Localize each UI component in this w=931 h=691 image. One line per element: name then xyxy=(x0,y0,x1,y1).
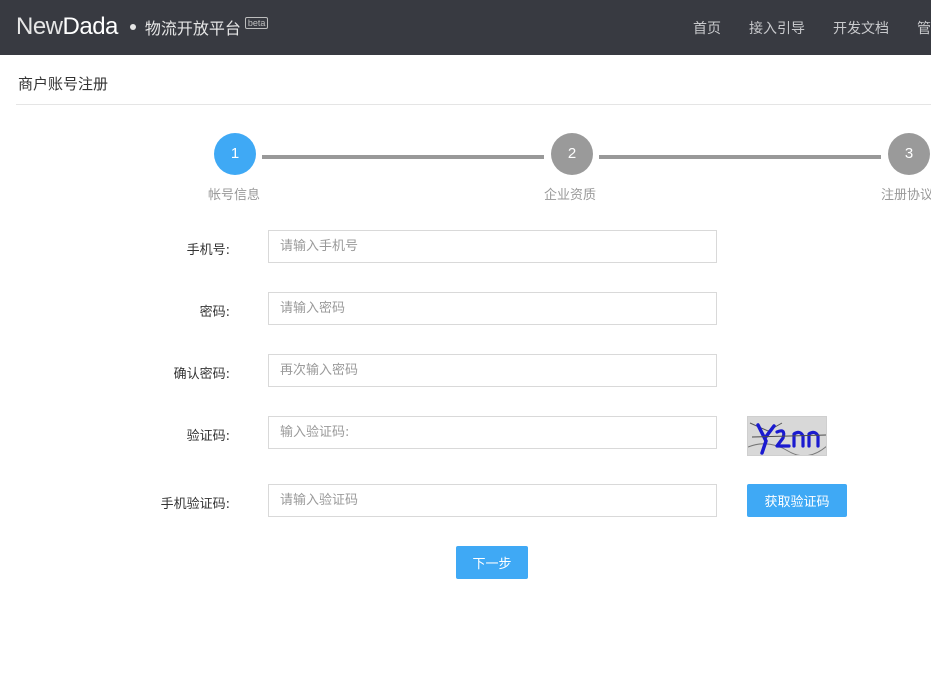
page-title: 商户账号注册 xyxy=(18,75,109,93)
main-nav: 首页 接入引导 开发文档 管理中心 xyxy=(693,0,931,55)
step-connector-2-3 xyxy=(599,155,881,159)
get-sms-code-button[interactable]: 获取验证码 xyxy=(747,484,847,517)
captcha-image[interactable] xyxy=(747,416,827,456)
brand-logo[interactable]: New Dada 物流开放平台 beta xyxy=(16,10,269,44)
phone-label: 手机号: xyxy=(186,243,230,258)
confirm-password-input[interactable] xyxy=(268,354,717,387)
nav-item-management[interactable]: 管理中心 xyxy=(917,18,931,38)
logo-text-new: New xyxy=(16,13,63,40)
step-3-label: 注册协议 xyxy=(881,188,931,203)
title-divider xyxy=(16,104,931,105)
confirm-password-label: 确认密码: xyxy=(173,367,230,382)
step-connector-1-2 xyxy=(262,155,544,159)
nav-item-dev-docs[interactable]: 开发文档 xyxy=(833,18,889,38)
sms-code-input[interactable] xyxy=(268,484,717,517)
logo-text-dada: Dada xyxy=(62,13,119,40)
captcha-label: 验证码: xyxy=(186,429,230,444)
beta-badge: beta xyxy=(244,17,269,29)
captcha-input[interactable] xyxy=(268,416,717,449)
step-1-label: 帐号信息 xyxy=(208,188,261,203)
password-label: 密码: xyxy=(199,305,230,320)
step-2-label: 企业资质 xyxy=(544,188,597,203)
next-step-button[interactable]: 下一步 xyxy=(456,546,528,579)
phone-input[interactable] xyxy=(268,230,717,263)
captcha-graphic xyxy=(748,417,826,455)
step-1-indicator: 1 xyxy=(214,133,256,175)
nav-item-home[interactable]: 首页 xyxy=(693,18,721,38)
top-navbar: NewDada 物流开放平台 beta 首页 接入引导 开发文档 管理中心 xyxy=(0,0,931,55)
step-2-indicator: 2 xyxy=(551,133,593,175)
step-3-indicator: 3 xyxy=(888,133,930,175)
platform-name: 物流开放平台 xyxy=(144,19,241,38)
password-input[interactable] xyxy=(268,292,717,325)
nav-item-integration-guide[interactable]: 接入引导 xyxy=(749,18,805,38)
logo-separator-dot xyxy=(129,24,136,30)
sms-code-label: 手机验证码: xyxy=(160,497,230,512)
